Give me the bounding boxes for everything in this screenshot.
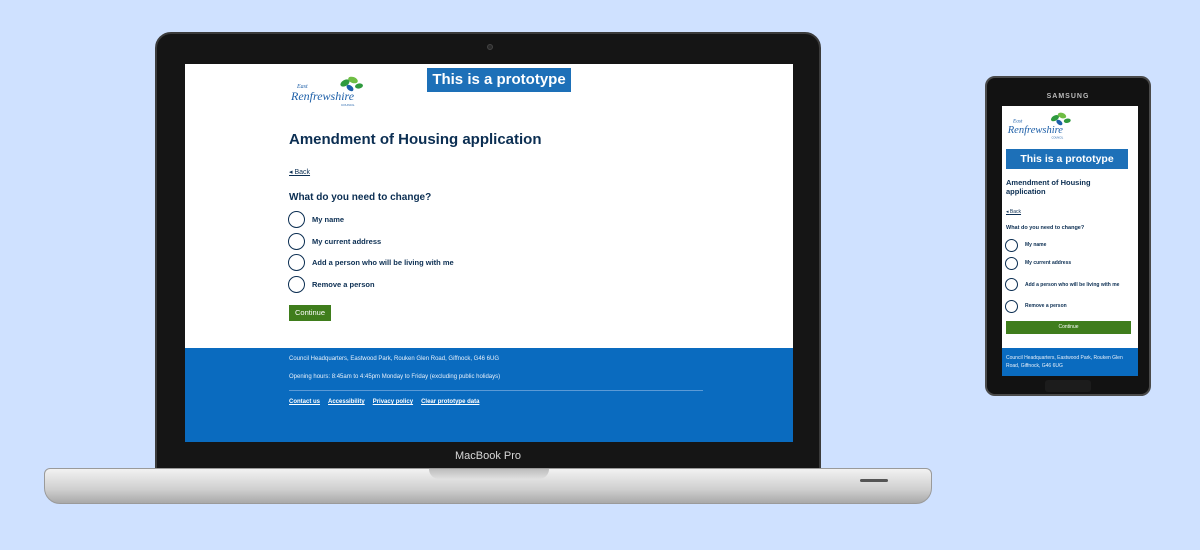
radio-option-current-address[interactable]: My current address [288,231,454,253]
camera-icon [487,44,493,50]
radio-button[interactable] [288,211,305,229]
laptop-screen: East Renfrewshire COUNCIL This is a prot… [185,64,793,442]
laptop-notch [429,469,549,479]
back-link-label: Back [1009,209,1022,215]
radio-option-my-name[interactable]: My name [1005,236,1125,254]
footer-address: Council Headquarters, Eastwood Park, Rou… [289,356,499,362]
footer-opening-hours: Opening hours: 8:45am to 4:45pm Monday t… [289,374,501,380]
council-logo[interactable]: East Renfrewshire COUNCIL [289,74,369,110]
continue-button[interactable]: Continue [289,305,331,321]
radio-button[interactable] [1005,278,1018,291]
svg-text:East: East [1012,119,1023,125]
council-logo[interactable]: East Renfrewshire COUNCIL [1006,110,1076,142]
question-heading: What do you need to change? [1006,225,1085,231]
prototype-banner: This is a prototype [1006,149,1128,169]
laptop-indicator-light [860,479,888,482]
svg-text:Renfrewshire: Renfrewshire [1007,125,1064,136]
phone-device: SAMSUNG East Renfrewshire COUNCIL This i… [985,76,1151,396]
svg-text:Renfrewshire: Renfrewshire [290,89,355,103]
radio-button[interactable] [1005,299,1018,313]
radio-label: Remove a person [1025,303,1067,309]
radio-button[interactable] [288,254,305,272]
prototype-banner: This is a prototype [427,68,571,92]
footer-address: Council Headquarters, Eastwood Park, Rou… [1006,355,1123,369]
radio-label: My name [1025,242,1047,248]
radio-option-remove-person[interactable]: Remove a person [288,274,454,296]
laptop-model-label: MacBook Pro [454,450,522,462]
radio-label: Add a person who will be living with me [312,258,454,268]
radio-button[interactable] [1005,238,1018,252]
radio-button[interactable] [288,275,305,293]
radio-label: Remove a person [312,279,375,289]
radio-label: My current address [312,236,382,246]
footer-link-privacy-policy[interactable]: Privacy policy [373,399,413,405]
radio-button[interactable] [1005,256,1018,270]
radio-option-current-address[interactable]: My current address [1005,254,1125,272]
radio-label: Add a person who will be living with me [1025,281,1120,288]
phone-home-button[interactable] [1045,380,1091,392]
svg-text:COUNCIL: COUNCIL [1052,135,1064,139]
phone-screen: East Renfrewshire COUNCIL This is a prot… [1002,106,1138,376]
phone-brand-label: SAMSUNG [1046,93,1090,100]
footer-links: Contact us Accessibility Privacy policy … [289,399,479,405]
page-footer: Council Headquarters, Eastwood Park, Rou… [185,348,793,442]
svg-text:COUNCIL: COUNCIL [341,103,355,107]
radio-option-add-person[interactable]: Add a person who will be living with me [288,252,454,274]
radio-option-add-person[interactable]: Add a person who will be living with me [1005,272,1125,297]
page-footer: Council Headquarters, Eastwood Park, Rou… [1002,348,1138,376]
laptop-base [44,468,932,504]
continue-button[interactable]: Continue [1006,321,1131,334]
radio-option-remove-person[interactable]: Remove a person [1005,297,1125,315]
footer-link-contact-us[interactable]: Contact us [289,399,320,405]
footer-divider [289,390,703,391]
radio-group: My name My current address Add a person … [288,209,454,295]
page-title: Amendment of Housing application [289,131,542,148]
radio-button[interactable] [288,232,305,250]
radio-group: My name My current address Add a person … [1005,236,1125,315]
radio-option-my-name[interactable]: My name [288,209,454,231]
question-heading: What do you need to change? [289,192,432,203]
radio-label: My current address [1025,260,1072,266]
back-link[interactable]: ◂ Back [289,168,310,176]
footer-link-accessibility[interactable]: Accessibility [328,399,365,405]
page-title: Amendment of Housing application [1006,178,1091,196]
footer-link-clear-prototype-data[interactable]: Clear prototype data [421,399,479,405]
back-link-label: Back [294,169,311,176]
back-link[interactable]: ◂ Back [1006,209,1021,215]
laptop-device: East Renfrewshire COUNCIL This is a prot… [155,32,821,470]
radio-label: My name [312,215,345,225]
